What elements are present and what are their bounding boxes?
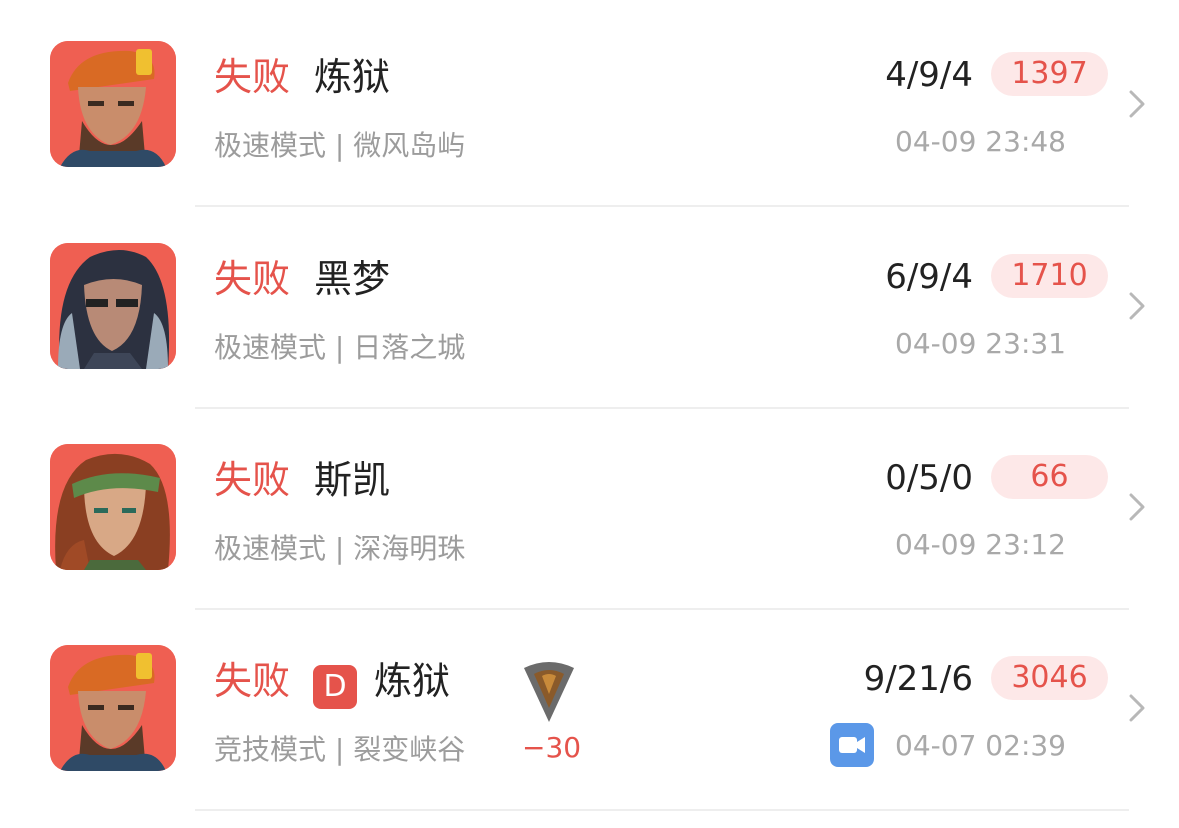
match-result: 失败 [214,458,291,502]
score-badge: 66 [991,455,1108,499]
hero-avatar [50,41,176,167]
score-badge: 1710 [991,254,1108,298]
chevron-right-icon[interactable] [1128,292,1146,320]
hero-avatar [50,645,176,771]
chevron-right-icon[interactable] [1128,90,1146,118]
mode-map: 极速模式 | 微风岛屿 [214,129,466,162]
mode-map: 竞技模式 | 裂变峡谷 [214,733,466,766]
match-row[interactable]: 失败 炼狱 极速模式 | 微风岛屿 4/9/4 1397 04-09 23:48 [0,0,1179,207]
hero-avatar [50,243,176,369]
match-row[interactable]: 失败 斯凯 极速模式 | 深海明珠 0/5/0 66 04-09 23:12 [0,403,1179,610]
match-row[interactable]: 失败 黑梦 极速模式 | 日落之城 6/9/4 1710 04-09 23:31 [0,202,1179,409]
hero-name: 黑梦 [314,257,391,301]
kda: 4/9/4 [885,55,973,95]
score-badge: 1397 [991,52,1108,96]
hero-name: 炼狱 [314,55,391,99]
rank-tier-icon [524,662,574,722]
kda: 0/5/0 [885,458,973,498]
match-result: 失败 [214,55,291,99]
chevron-right-icon[interactable] [1128,493,1146,521]
match-time: 04-09 23:31 [895,327,1066,360]
kda: 6/9/4 [885,257,973,297]
match-time: 04-09 23:12 [895,528,1066,561]
match-history-list: 失败 炼狱 极速模式 | 微风岛屿 4/9/4 1397 04-09 23:48… [0,0,1179,828]
rank-change: −30 [522,731,582,764]
mode-map: 极速模式 | 日落之城 [214,331,466,364]
score-badge: 3046 [991,656,1108,700]
mode-map: 极速模式 | 深海明珠 [214,532,466,565]
row-divider [195,809,1129,811]
hero-name: 斯凯 [314,458,391,502]
kda: 9/21/6 [863,659,973,699]
hero-name: 炼狱 [374,659,451,703]
hero-avatar [50,444,176,570]
chevron-right-icon[interactable] [1128,694,1146,722]
video-replay-icon[interactable] [830,723,874,767]
tier-badge: D [313,665,357,709]
match-result: 失败 [214,257,291,301]
match-row[interactable]: 失败 D 炼狱 竞技模式 | 裂变峡谷 9/21/6 3046 04-07 02… [0,604,1179,811]
match-result: 失败 [214,659,291,703]
match-time: 04-07 02:39 [895,729,1066,762]
match-time: 04-09 23:48 [895,125,1066,158]
